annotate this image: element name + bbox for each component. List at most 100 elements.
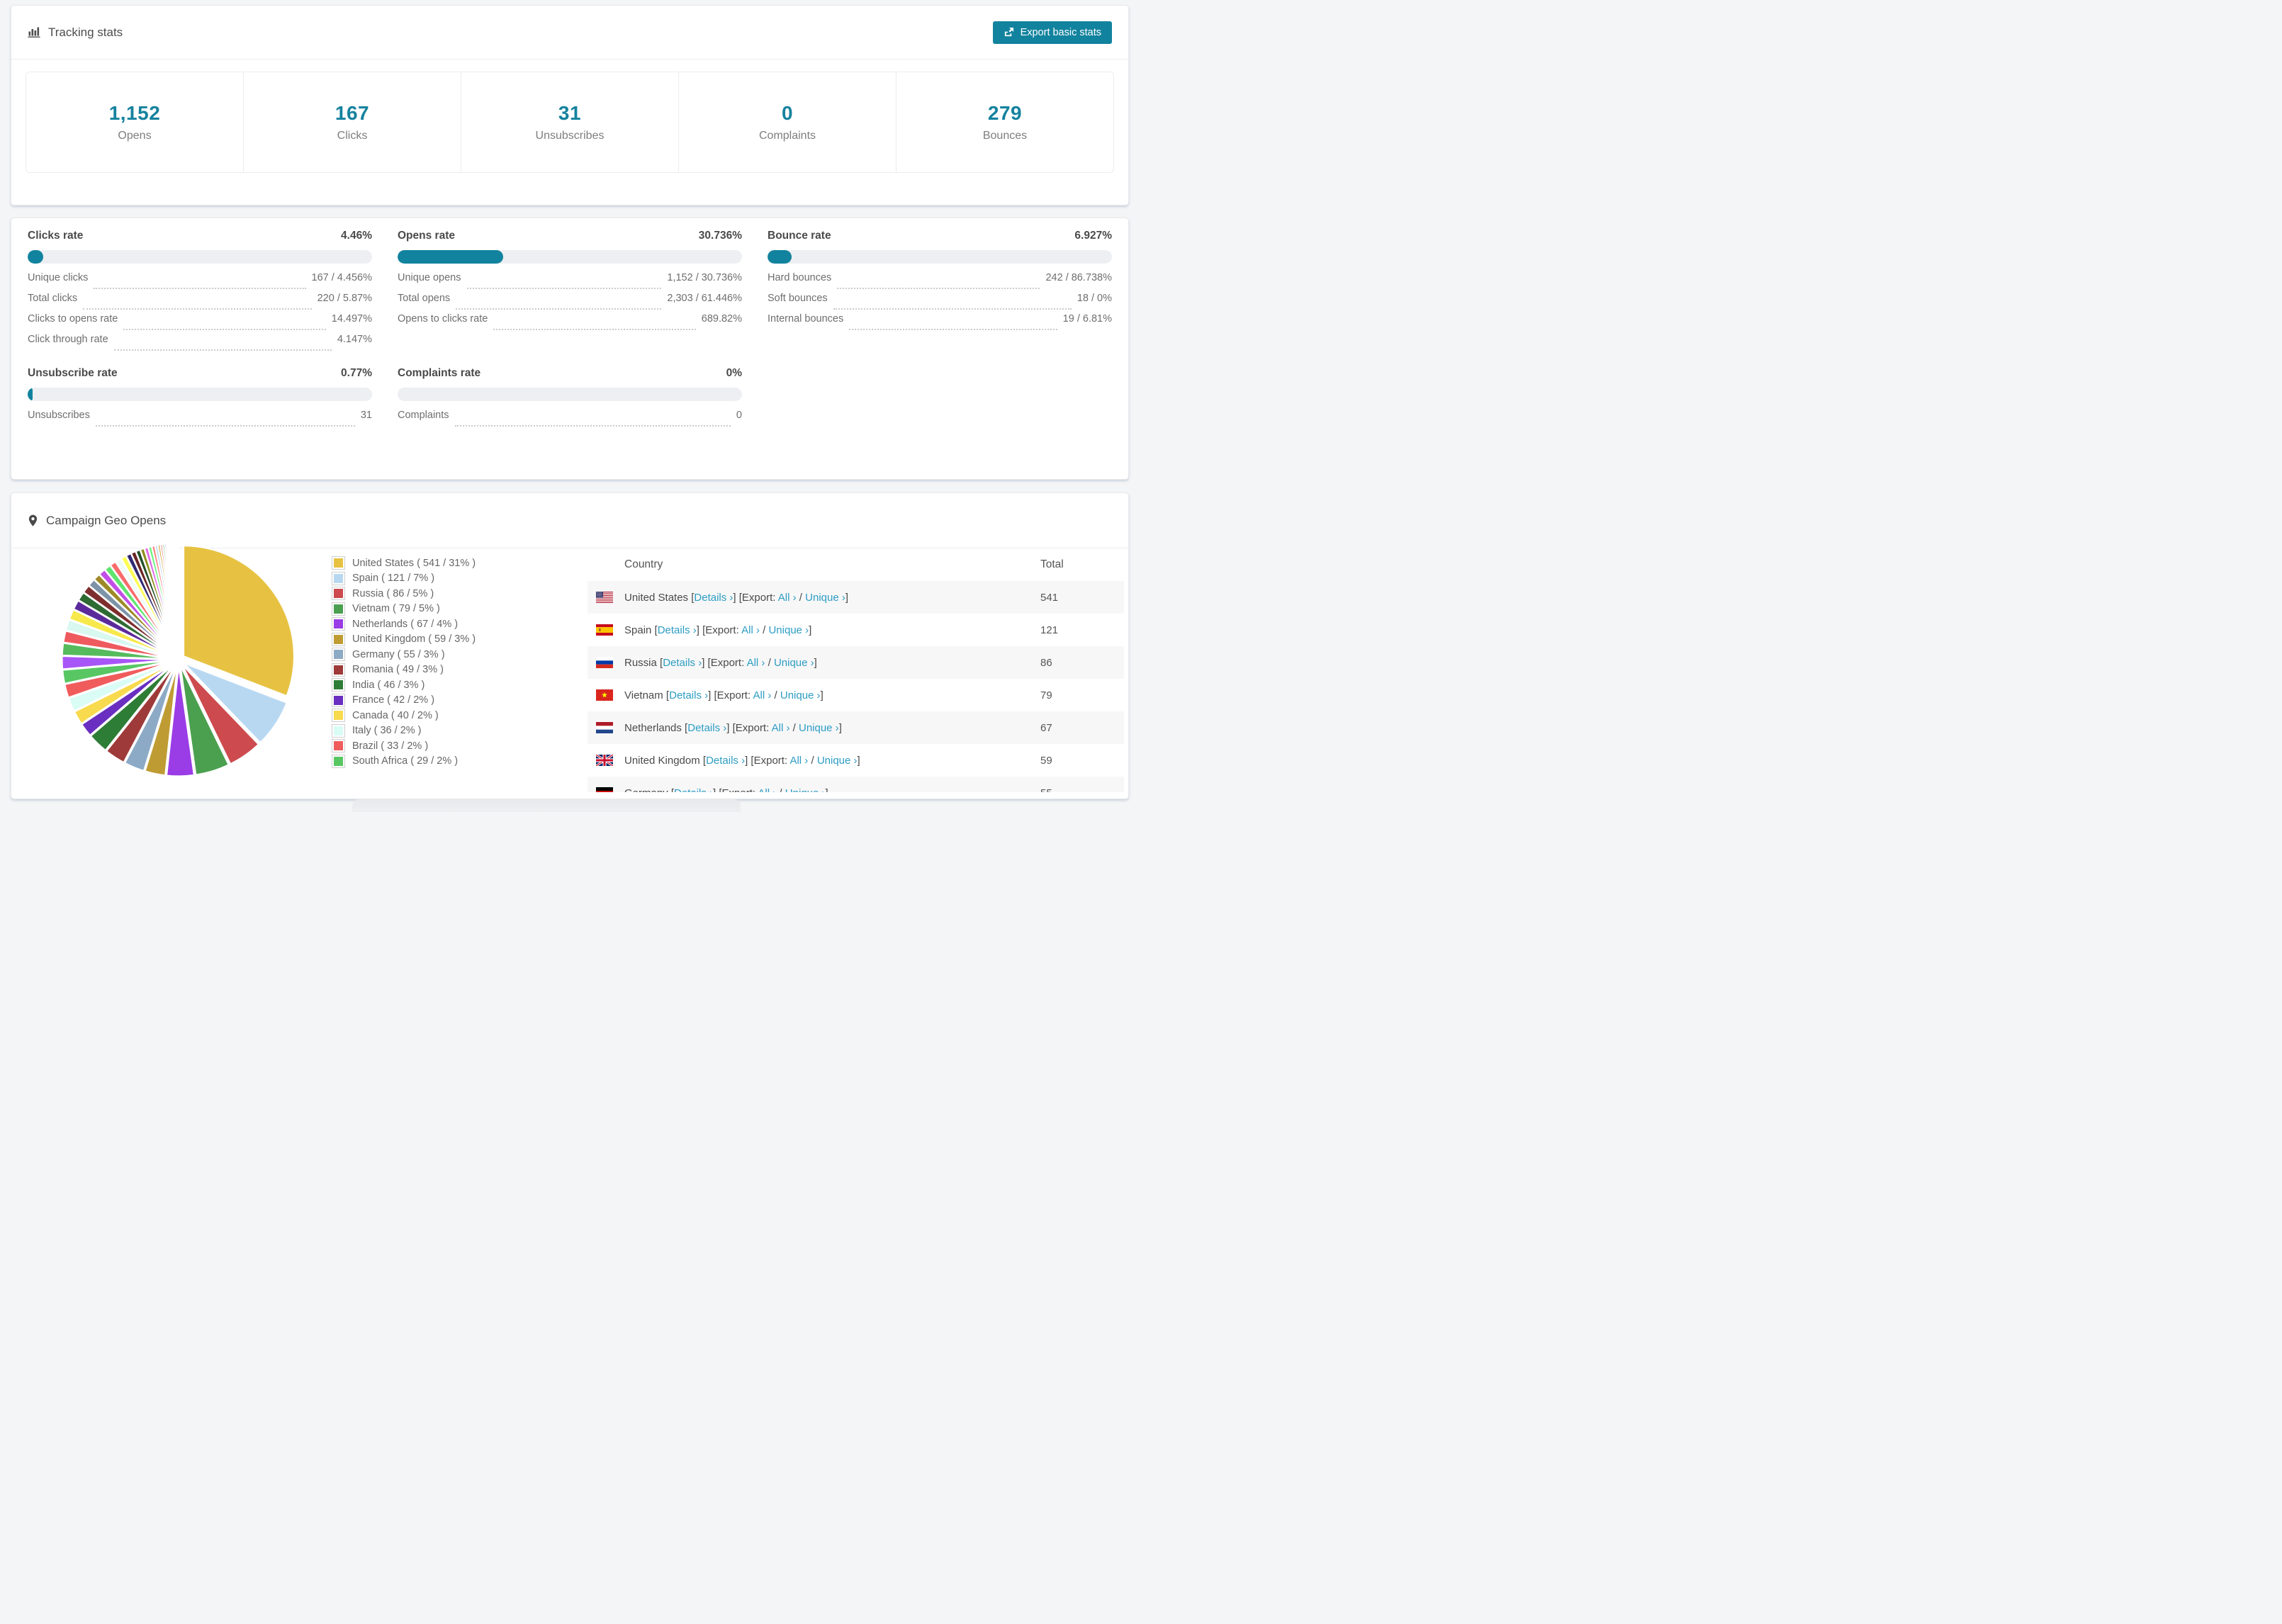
legend-item-russia[interactable]: Russia ( 86 / 5% ) (332, 586, 588, 602)
rate-block-clicks-rate: Clicks rate 4.46% Unique clicks 167 / 4.456… (28, 230, 372, 354)
export-all-link-spain[interactable]: All › (741, 624, 760, 636)
legend-item-spain[interactable]: Spain ( 121 / 7% ) (332, 571, 588, 587)
flag-icon-vietnam (596, 689, 613, 701)
legend-item-canada[interactable]: Canada ( 40 / 2% ) (332, 708, 588, 723)
export-unique-link-germany[interactable]: Unique › (785, 787, 826, 793)
legend-item-romania[interactable]: Romania ( 49 / 3% ) (332, 662, 588, 678)
geo-opens-header: Campaign Geo Opens (11, 493, 1128, 548)
table-row-united-kingdom: United Kingdom [Details ›] [Export: All … (588, 744, 1124, 777)
export-all-link-netherlands[interactable]: All › (772, 722, 790, 734)
export-icon (1004, 27, 1014, 38)
legend-item-brazil[interactable]: Brazil ( 33 / 2% ) (332, 738, 588, 754)
rate-row-total-opens: Total opens 2,303 / 61.446% (398, 293, 742, 313)
legend-swatch-netherlands (332, 618, 344, 631)
export-unique-link-vietnam[interactable]: Unique › (780, 689, 821, 701)
legend-swatch-spain (332, 572, 344, 585)
legend-item-france[interactable]: France ( 42 / 2% ) (332, 693, 588, 709)
rate-row-label: Unique opens (398, 272, 461, 283)
rate-row-label: Opens to clicks rate (398, 313, 488, 325)
legend-label: Russia ( 86 / 5% ) (352, 587, 434, 599)
legend-item-germany[interactable]: Germany ( 55 / 3% ) (332, 647, 588, 662)
total-cell-united-states: 541 (1040, 591, 1059, 604)
details-link-united-kingdom[interactable]: Details › (706, 755, 745, 767)
export-unique-link-russia[interactable]: Unique › (774, 657, 814, 669)
table-row-vietnam: Vietnam [Details ›] [Export: All › / Uni… (588, 679, 1124, 711)
legend-item-netherlands[interactable]: Netherlands ( 67 / 4% ) (332, 616, 588, 632)
rate-progress-track (768, 250, 1112, 264)
export-all-link-russia[interactable]: All › (747, 657, 765, 669)
card-title: Tracking stats (48, 25, 123, 39)
export-basic-stats-button[interactable]: Export basic stats (992, 21, 1112, 44)
details-link-germany[interactable]: Details › (674, 787, 713, 793)
export-all-link-germany[interactable]: All › (758, 787, 776, 793)
export-all-link-united-kingdom[interactable]: All › (789, 755, 808, 767)
legend-item-united-states[interactable]: United States ( 541 / 31% ) (332, 556, 588, 571)
export-all-link-vietnam[interactable]: All › (753, 689, 772, 701)
rate-value: 0.77% (341, 367, 372, 379)
rate-value: 0% (726, 367, 742, 379)
export-unique-link-spain[interactable]: Unique › (768, 624, 809, 636)
legend-swatch-france (332, 694, 344, 706)
geo-pie-chart (28, 542, 332, 798)
legend-item-south-africa[interactable]: South Africa ( 29 / 2% ) (332, 754, 588, 769)
rate-block-complaints-rate: Complaints rate 0% Complaints 0 (398, 367, 742, 430)
stat-box-clicks: 167 Clicks (243, 72, 461, 172)
rate-row-label: Complaints (398, 410, 449, 421)
details-link-netherlands[interactable]: Details › (687, 722, 726, 734)
table-row-germany: Germany [Details ›] [Export: All › / Uni… (588, 777, 1124, 792)
pie-legend: United States ( 541 / 31% ) Spain ( 121 /… (332, 548, 588, 798)
details-link-vietnam[interactable]: Details › (669, 689, 708, 701)
country-cell-spain: Spain [Details ›] [Export: All › / Uniqu… (624, 624, 812, 636)
export-unique-link-united-kingdom[interactable]: Unique › (817, 755, 858, 767)
rate-row-clicks-to-opens-rate: Clicks to opens rate 14.497% (28, 313, 372, 334)
country-name: Netherlands (624, 721, 682, 734)
rate-progress-fill (28, 250, 43, 264)
stat-value-opens: 1,152 (108, 102, 161, 124)
rate-block-bounce-rate: Bounce rate 6.927% Hard bounces 242 / 86.73… (768, 230, 1112, 354)
legend-item-vietnam[interactable]: Vietnam ( 79 / 5% ) (332, 602, 588, 617)
column-header-country: Country (624, 558, 663, 570)
dotted-leader (123, 329, 326, 330)
legend-item-united-kingdom[interactable]: United Kingdom ( 59 / 3% ) (332, 632, 588, 648)
rate-progress-fill (768, 250, 792, 264)
map-marker-icon (28, 514, 38, 527)
export-unique-link-netherlands[interactable]: Unique › (799, 722, 839, 734)
details-link-spain[interactable]: Details › (658, 624, 697, 636)
rate-progress-track (28, 250, 372, 264)
legend-item-india[interactable]: India ( 46 / 3% ) (332, 677, 588, 693)
rate-row-label: Hard bounces (768, 272, 832, 283)
stat-label-unsubscribes: Unsubscribes (535, 130, 605, 142)
flag-icon-netherlands (596, 722, 613, 733)
rate-row-hard-bounces: Hard bounces 242 / 86.738% (768, 272, 1112, 293)
details-link-united-states[interactable]: Details › (694, 592, 733, 604)
geo-opens-card: Campaign Geo Opens United States ( 541 /… (11, 492, 1129, 799)
dotted-leader (837, 288, 1040, 289)
rate-title: Bounce rate (768, 230, 831, 242)
total-cell-russia: 86 (1040, 656, 1052, 669)
legend-swatch-russia (332, 587, 344, 600)
stat-label-opens: Opens (118, 130, 152, 142)
stat-value-bounces: 279 (987, 102, 1023, 124)
rate-block-opens-rate: Opens rate 30.736% Unique opens 1,152 / 30.… (398, 230, 742, 354)
details-link-russia[interactable]: Details › (663, 657, 702, 669)
next-section-edge (352, 799, 741, 812)
rate-progress-track (28, 388, 372, 401)
legend-label: Canada ( 40 / 2% ) (352, 709, 439, 721)
rate-row-click-through-rate: Click through rate 4.147% (28, 334, 372, 354)
rate-row-value: 220 / 5.87% (317, 293, 372, 304)
export-unique-link-united-states[interactable]: Unique › (805, 592, 845, 604)
stat-box-opens: 1,152 Opens (26, 72, 243, 172)
rate-title: Opens rate (398, 230, 455, 242)
rate-row-total-clicks: Total clicks 220 / 5.87% (28, 293, 372, 313)
legend-label: Vietnam ( 79 / 5% ) (352, 603, 440, 615)
rate-row-soft-bounces: Soft bounces 18 / 0% (768, 293, 1112, 313)
export-all-link-united-states[interactable]: All › (778, 592, 797, 604)
legend-item-italy[interactable]: Italy ( 36 / 2% ) (332, 723, 588, 739)
stat-label-complaints: Complaints (758, 130, 816, 142)
country-name: Spain (624, 624, 652, 636)
country-cell-united-states: United States [Details ›] [Export: All ›… (624, 591, 849, 604)
rate-value: 4.46% (341, 230, 372, 242)
legend-swatch-united-states (332, 557, 344, 570)
legend-label: Brazil ( 33 / 2% ) (352, 740, 429, 752)
table-row-netherlands: Netherlands [Details ›] [Export: All › /… (588, 711, 1124, 744)
